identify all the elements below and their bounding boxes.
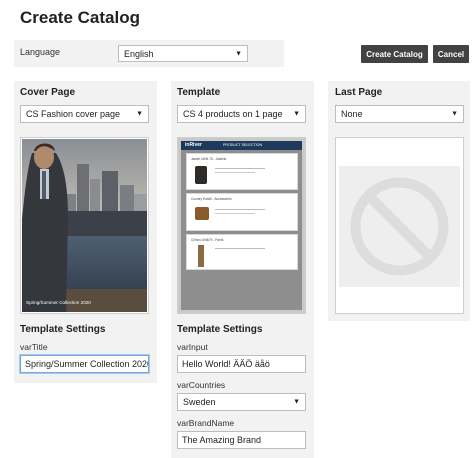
- caret-down-icon: ▼: [293, 110, 300, 118]
- template-product-card: Chinos Uhlik79 - Pants: [186, 234, 298, 270]
- language-select-value: English: [124, 48, 154, 59]
- caret-down-icon: ▼: [451, 110, 458, 118]
- cover-page-preview[interactable]: Spring/Summer Collection 2020: [20, 137, 149, 314]
- template-product-card: Jacket Uhlik 76 - Jackets: [186, 153, 298, 190]
- var-countries-select[interactable]: Sweden ▼: [177, 393, 306, 411]
- template-card-title: Country Hotkill - Accessories: [191, 197, 232, 201]
- cover-template-settings-heading: Template Settings: [20, 324, 106, 335]
- text-line: [215, 168, 265, 169]
- template-header-bar: inRiver PRODUCT SELECTION: [181, 141, 302, 150]
- var-countries-label: varCountries: [177, 380, 226, 390]
- cover-page-heading: Cover Page: [20, 87, 76, 98]
- template-header-text: PRODUCT SELECTION: [223, 143, 263, 147]
- language-select[interactable]: English ▼: [118, 45, 248, 62]
- cancel-button[interactable]: Cancel: [433, 45, 469, 63]
- caret-down-icon: ▼: [136, 110, 143, 118]
- template-brand: inRiver: [185, 142, 202, 148]
- var-title-input[interactable]: Spring/Summer Collection 2020: [20, 355, 149, 373]
- template-product-card: Country Hotkill - Accessories: [186, 193, 298, 231]
- last-page-heading: Last Page: [335, 87, 383, 98]
- text-line: [215, 213, 255, 214]
- text-line: [215, 248, 265, 249]
- cover-caption: Spring/Summer Collection 2020: [26, 300, 91, 305]
- template-card-title: Chinos Uhlik79 - Pants: [191, 238, 224, 242]
- cover-page-select-value: CS Fashion cover page: [26, 109, 121, 119]
- page-title: Create Catalog: [20, 8, 140, 27]
- template-page: inRiver PRODUCT SELECTION Jacket Uhlik 7…: [181, 141, 302, 310]
- cover-page-select[interactable]: CS Fashion cover page ▼: [20, 105, 149, 123]
- text-line: [215, 209, 265, 210]
- template-select[interactable]: CS 4 products on 1 page ▼: [177, 105, 306, 123]
- var-countries-select-value: Sweden: [183, 397, 216, 407]
- var-brand-label: varBrandName: [177, 418, 235, 428]
- create-catalog-button[interactable]: Create Catalog: [361, 45, 428, 63]
- cover-photo: [22, 139, 147, 312]
- template-preview[interactable]: inRiver PRODUCT SELECTION Jacket Uhlik 7…: [177, 137, 306, 314]
- var-input-field[interactable]: Hello World! ÄÄÖ äåö: [177, 355, 306, 373]
- var-input-label: varInput: [177, 342, 208, 352]
- var-brand-input[interactable]: The Amazing Brand: [177, 431, 306, 449]
- last-page-preview[interactable]: [335, 137, 464, 314]
- var-title-label: varTitle: [20, 342, 48, 352]
- text-line: [215, 172, 255, 173]
- caret-down-icon: ▼: [235, 50, 242, 57]
- jacket-thumbnail: [195, 166, 207, 184]
- last-page-select[interactable]: None ▼: [335, 105, 464, 123]
- caret-down-icon: ▼: [293, 398, 300, 406]
- template-select-value: CS 4 products on 1 page: [183, 109, 283, 119]
- template-settings-heading: Template Settings: [177, 324, 263, 335]
- pants-thumbnail: [198, 245, 204, 267]
- template-heading: Template: [177, 87, 221, 98]
- bag-thumbnail: [195, 207, 209, 220]
- template-card-title: Jacket Uhlik 76 - Jackets: [191, 157, 227, 161]
- no-image-icon: [339, 166, 460, 287]
- last-page-select-value: None: [341, 109, 363, 119]
- language-label: Language: [20, 47, 61, 57]
